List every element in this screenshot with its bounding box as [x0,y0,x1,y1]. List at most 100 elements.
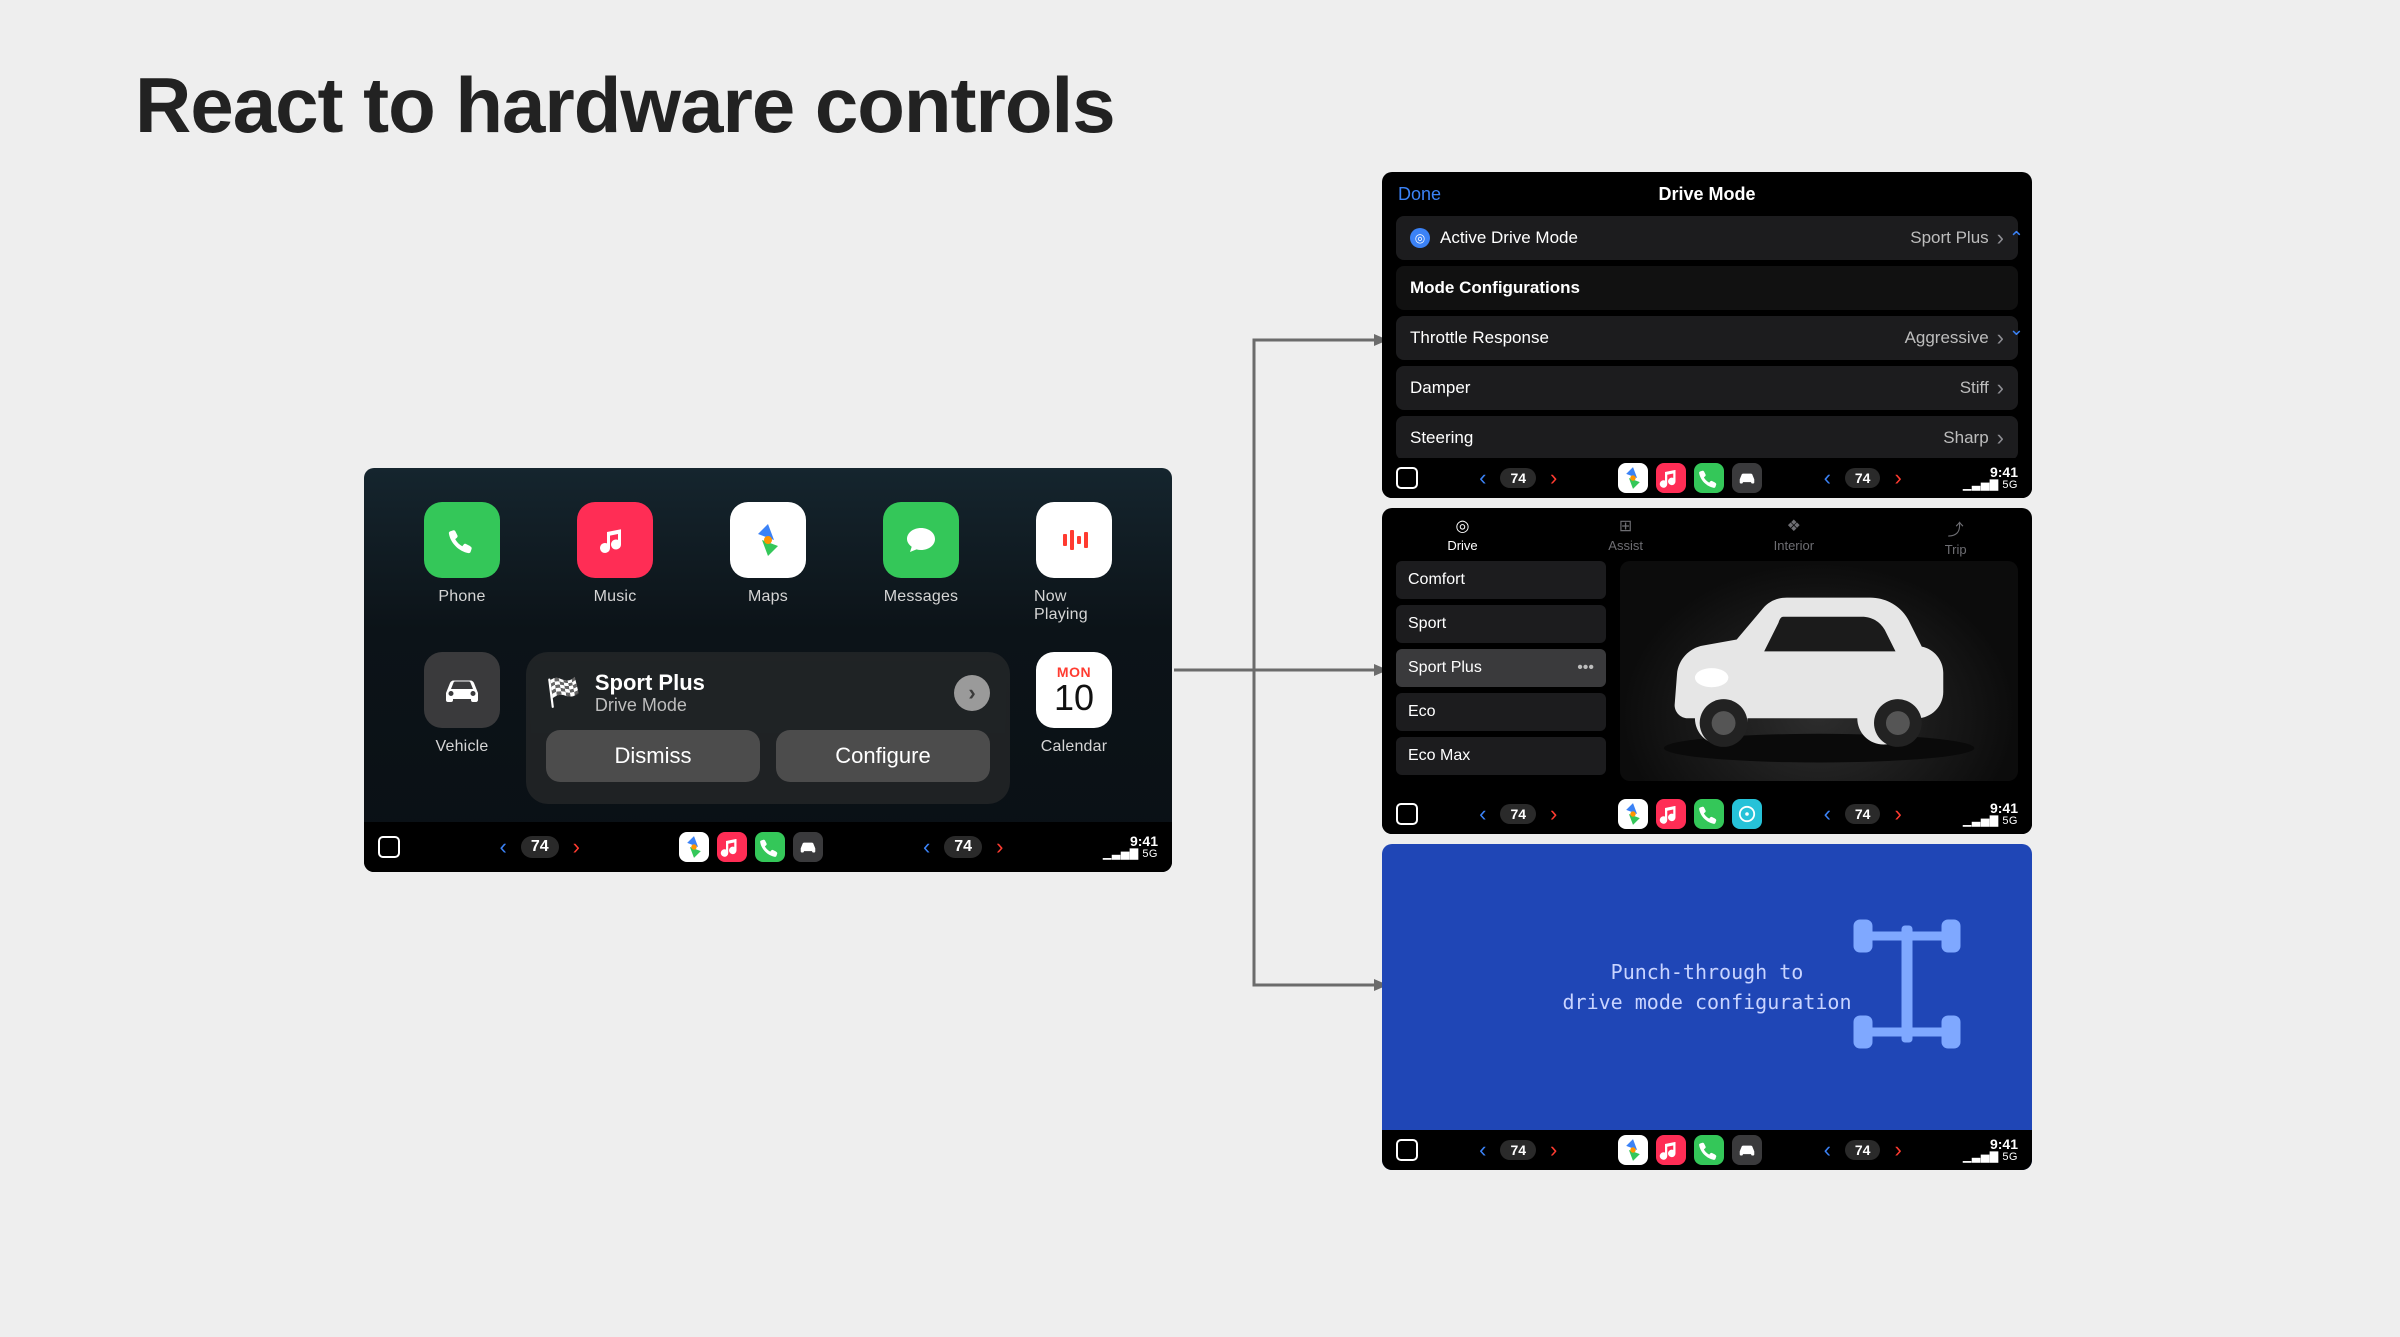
mode-comfort[interactable]: Comfort [1396,561,1606,599]
chevron-right-icon[interactable]: › [573,834,580,860]
car-icon [424,652,500,728]
calendar-icon: MON 10 [1036,652,1112,728]
home-button-icon[interactable] [378,836,400,858]
tab-label: Interior [1774,538,1814,553]
row-value: Stiff [1960,375,2004,401]
nowplaying-icon [1036,502,1112,578]
row-value: Sharp [1943,425,2004,451]
phone-icon[interactable] [1694,1135,1724,1165]
tab-icon: ◎ [1456,516,1470,536]
phone-icon[interactable] [1694,463,1724,493]
app-label: Now Playing [1034,588,1114,624]
climate-left[interactable]: ‹ 74 › [500,834,580,860]
scroll-up-icon[interactable]: ⌃ [2009,228,2024,249]
tab-trip[interactable]: ⤴Trip [1945,516,1967,557]
message-icon [883,502,959,578]
tab-label: Drive [1447,538,1477,553]
app-label: Vehicle [436,738,489,756]
chevron-left-icon[interactable]: ‹ [923,834,930,860]
done-button[interactable]: Done [1398,184,1441,205]
steering-wheel-icon[interactable] [1732,799,1762,829]
phone-icon[interactable] [1694,799,1724,829]
dismiss-button[interactable]: Dismiss [546,730,760,782]
slide-title: React to hardware controls [135,60,1115,151]
row-value: Sport Plus [1910,225,2004,251]
phone-icon [424,502,500,578]
app-phone[interactable]: Phone [422,502,502,624]
punch-through-panel: Punch-through to drive mode configuratio… [1382,844,2032,1170]
mode-eco[interactable]: Eco [1396,693,1606,731]
phone-icon[interactable] [755,832,785,862]
setting-row-throttle-response[interactable]: Throttle ResponseAggressive [1396,316,2018,360]
mode-sport[interactable]: Sport [1396,605,1606,643]
carplay-home-panel: Phone Music Maps Messages Now Playing Vehicl… [364,468,1172,872]
music-icon [577,502,653,578]
music-icon[interactable] [1656,1135,1686,1165]
car-render-icon [1640,575,1998,766]
app-maps[interactable]: Maps [728,502,808,624]
clock: 9:41 [1130,834,1158,849]
drive-tab-panel: ◎ Drive ⊞Assist ❖Interior ⤴Trip Comfort Sport… [1382,508,2032,834]
status-dock: ‹ 74 › ‹ 74 › 9:41 ▁▃▅▇ 5G [364,822,1172,872]
app-music[interactable]: Music [575,502,655,624]
maps-icon[interactable] [679,832,709,862]
mode-sport-plus[interactable]: Sport Plus ••• [1396,649,1606,687]
mode-eco-max[interactable]: Eco Max [1396,737,1606,775]
tab-interior[interactable]: ❖Interior [1774,516,1814,557]
notif-subtitle: Drive Mode [595,696,705,716]
home-button-icon[interactable] [1396,467,1418,489]
configure-button[interactable]: Configure [776,730,990,782]
mode-label: Eco [1408,703,1436,721]
calendar-day: 10 [1054,680,1094,716]
car-preview [1620,561,2018,781]
active-drive-mode-row[interactable]: ◎ Active Drive Mode Sport Plus [1396,216,2018,260]
tab-icon: ⤴ [1948,516,1964,540]
chevron-right-icon[interactable]: › [954,675,990,711]
row-label: Active Drive Mode [1440,228,1578,248]
chassis-icon [1852,914,1962,1059]
app-label: Messages [884,588,959,606]
app-label: Calendar [1041,738,1108,756]
music-icon[interactable] [717,832,747,862]
section-header: Mode Configurations [1396,266,2018,310]
chevron-left-icon[interactable]: ‹ [500,834,507,860]
tab-assist[interactable]: ⊞Assist [1608,516,1643,557]
home-button-icon[interactable] [1396,803,1418,825]
maps-icon[interactable] [1618,1135,1648,1165]
app-label: Phone [438,588,485,606]
app-vehicle[interactable]: Vehicle [422,652,502,756]
mode-label: Sport [1408,615,1446,633]
tab-drive[interactable]: ◎ Drive [1447,516,1477,557]
climate-right[interactable]: ‹ 74 › [923,834,1003,860]
steering-wheel-icon: ◎ [1410,228,1430,248]
checkered-flag-icon: 🏁 [546,676,581,709]
car-icon[interactable] [1732,1135,1762,1165]
panel-title: Drive Mode [1658,184,1755,205]
mode-label: Sport Plus [1408,659,1482,677]
app-messages[interactable]: Messages [881,502,961,624]
more-icon[interactable]: ••• [1577,659,1594,677]
home-button-icon[interactable] [1396,1139,1418,1161]
tab-label: Assist [1608,538,1643,553]
scroll-down-icon[interactable]: ⌄ [2009,319,2024,340]
setting-row-damper[interactable]: Damper Stiff [1396,366,2018,410]
setting-row-steering[interactable]: SteeringSharp [1396,416,2018,460]
drive-mode-settings-panel: Done Drive Mode ⌃ ⌄ ◎ Active Drive Mode … [1382,172,2032,498]
app-label: Music [594,588,637,606]
status-dock: ‹74› ‹74› 9:41▁▃▅▇ 5G [1382,1130,2032,1170]
maps-icon[interactable] [1618,799,1648,829]
app-calendar[interactable]: MON 10 Calendar [1034,652,1114,756]
network-status: ▁▃▅▇ 5G [1103,849,1158,861]
music-icon[interactable] [1656,463,1686,493]
status-dock: ‹74› ‹74› 9:41▁▃▅▇ 5G [1382,458,2032,498]
chevron-right-icon[interactable]: › [996,834,1003,860]
car-icon[interactable] [1732,463,1762,493]
row-label: Damper [1410,378,1470,398]
mode-label: Eco Max [1408,747,1470,765]
temp-value: 74 [521,836,559,858]
app-now-playing[interactable]: Now Playing [1034,502,1114,624]
music-icon[interactable] [1656,799,1686,829]
maps-icon[interactable] [1618,463,1648,493]
notif-title: Sport Plus [595,670,705,696]
car-icon[interactable] [793,832,823,862]
